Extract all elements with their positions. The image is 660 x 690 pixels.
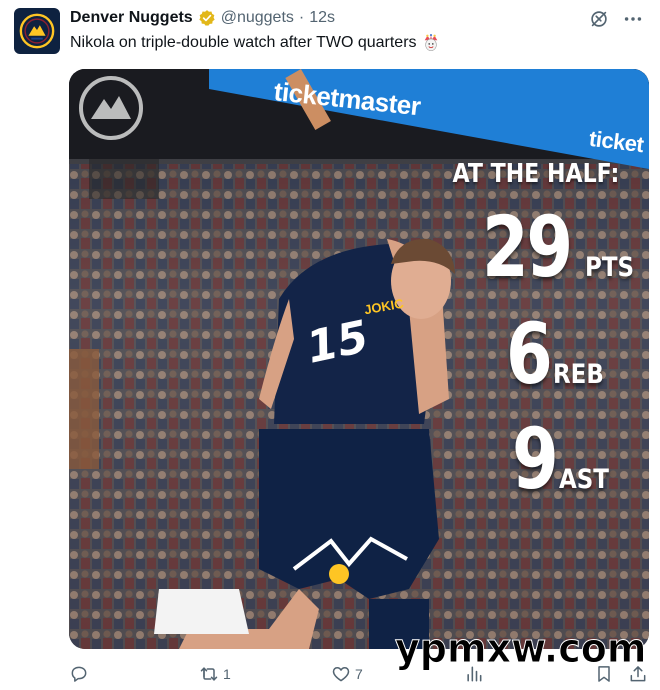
reply-button[interactable] — [69, 664, 93, 684]
share-button[interactable] — [628, 664, 648, 684]
user-handle[interactable]: @nuggets — [221, 9, 294, 27]
stat-assists-value: 9 — [512, 410, 559, 508]
stat-rebounds-unit: REB — [553, 359, 605, 391]
post-text-row: Nikola on triple-double watch after TWO … — [70, 34, 440, 52]
bookmark-button[interactable] — [594, 664, 614, 684]
more-icon[interactable] — [622, 8, 644, 30]
post-timestamp[interactable]: 12s — [309, 9, 335, 27]
like-count: 7 — [355, 666, 363, 682]
overlay-title: AT THE HALF: — [452, 159, 619, 189]
avatar[interactable] — [14, 8, 60, 54]
separator-dot: · — [298, 9, 305, 26]
grok-icon[interactable] — [588, 8, 610, 30]
verified-badge-icon — [199, 10, 215, 26]
action-bar: 1 7 — [0, 660, 660, 690]
top-actions — [588, 8, 644, 30]
views-icon — [467, 666, 482, 682]
retweet-button[interactable]: 1 — [199, 664, 231, 684]
stat-rebounds: 6 REB — [506, 305, 613, 403]
reply-icon — [71, 666, 87, 682]
nuggets-logo-icon — [19, 13, 55, 49]
views-button[interactable] — [464, 664, 488, 684]
post-header: Denver Nuggets @nuggets · 12s — [70, 9, 335, 27]
stat-points-unit: PTS — [584, 252, 634, 284]
like-icon — [332, 667, 350, 682]
stat-assists-unit: AST — [559, 464, 610, 496]
joker-emoji-icon — [424, 34, 437, 51]
stat-assists: 9 AST — [512, 410, 618, 508]
tweet[interactable]: Denver Nuggets @nuggets · 12s Nikola on … — [0, 0, 660, 690]
display-name[interactable]: Denver Nuggets — [70, 9, 193, 27]
stat-points: 29 PTS — [482, 198, 643, 296]
share-icon — [630, 666, 646, 682]
stat-rebounds-value: 6 — [506, 305, 553, 403]
like-button[interactable]: 7 — [331, 664, 363, 684]
stat-points-value: 29 — [482, 198, 573, 296]
retweet-icon — [200, 667, 218, 681]
post-media-video[interactable]: ticketmaster ticket JOKIC 15 AT THE HALF… — [69, 69, 649, 649]
retweet-count: 1 — [223, 666, 231, 682]
post-text: Nikola on triple-double watch after TWO … — [70, 34, 417, 51]
bookmark-icon — [598, 666, 610, 682]
